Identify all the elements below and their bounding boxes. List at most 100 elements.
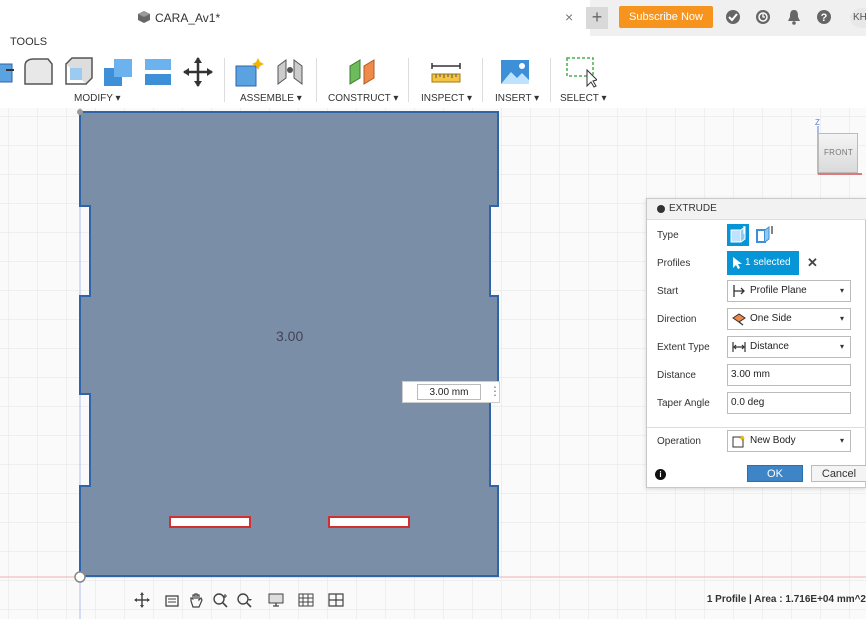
fit-icon[interactable] [236, 592, 254, 608]
help-icon[interactable]: ? [816, 9, 832, 25]
toolbar-separator [316, 58, 317, 102]
profiles-label: Profiles [657, 258, 691, 269]
origin-marker [74, 571, 86, 583]
user-avatar[interactable]: KH [850, 8, 866, 28]
dialog-title: EXTRUDE [669, 203, 717, 214]
select-menu[interactable]: SELECT ▾ [560, 93, 607, 104]
clear-selection-button[interactable]: ✕ [807, 255, 818, 271]
extent-type-label: Extent Type [657, 342, 710, 353]
close-tab-button[interactable]: × [565, 9, 573, 25]
display-settings-icon[interactable] [268, 592, 286, 608]
window-select-icon[interactable] [565, 56, 597, 88]
start-dropdown[interactable]: Profile Plane ▾ [727, 280, 851, 302]
viewcube-face-label: FRONT [824, 148, 854, 157]
svg-text:?: ? [821, 12, 828, 24]
insert-menu[interactable]: INSERT ▾ [495, 93, 539, 104]
shell-icon[interactable] [62, 56, 94, 88]
slot-profile-left[interactable] [169, 516, 251, 528]
extent-type-dropdown[interactable]: Distance ▾ [727, 336, 851, 358]
navigation-bar [132, 590, 354, 610]
grid-settings-icon[interactable] [298, 592, 316, 608]
measure-icon[interactable] [430, 56, 462, 88]
direction-dropdown[interactable]: One Side ▾ [727, 308, 851, 330]
tab-bar: CARA_Av1* × + Subscribe Now ? KH [0, 0, 866, 37]
ok-button[interactable]: OK [747, 465, 803, 482]
profile-plane-icon [733, 285, 745, 297]
origin-point [77, 109, 83, 115]
document-title: CARA_Av1* [155, 11, 221, 25]
new-body-icon [732, 435, 745, 448]
viewports-icon[interactable] [328, 592, 346, 608]
toolbar: TOOLS MODIFY ▾ ASSEMBLE ▾ CONSTRUCT ▾ IN… [0, 36, 866, 109]
inspect-menu[interactable]: INSPECT ▾ [421, 93, 472, 104]
solid-extrude-icon[interactable] [727, 224, 749, 246]
toolbar-separator [482, 58, 483, 102]
extrude-dialog-header[interactable]: EXTRUDE [647, 199, 866, 220]
cancel-button[interactable]: Cancel [811, 465, 866, 482]
direction-value: One Side [750, 313, 792, 324]
look-at-icon[interactable] [164, 592, 182, 608]
cursor-icon [733, 257, 742, 269]
profiles-selection-button[interactable]: 1 selected [727, 251, 799, 275]
clock-icon[interactable] [755, 9, 771, 25]
chevron-down-icon: ▾ [839, 342, 844, 351]
chevron-down-icon: ▾ [839, 286, 844, 295]
start-value: Profile Plane [750, 285, 807, 296]
start-label: Start [657, 286, 679, 297]
assemble-menu[interactable]: ASSEMBLE ▾ [240, 93, 302, 104]
subscribe-button[interactable]: Subscribe Now [619, 6, 713, 28]
pan-hand-icon[interactable] [188, 592, 206, 608]
chevron-down-icon: ▾ [839, 314, 844, 323]
move-icon[interactable] [182, 56, 214, 88]
notification-bell-icon[interactable] [786, 9, 802, 25]
info-icon[interactable]: i [655, 469, 666, 480]
more-options-icon[interactable]: ⋮ [489, 384, 501, 398]
job-status-icon[interactable] [725, 9, 741, 25]
extent-type-value: Distance [750, 341, 789, 352]
viewcube[interactable]: FRONT [818, 133, 858, 173]
new-tab-button[interactable]: + [586, 7, 608, 29]
profiles-selected-text: 1 selected [745, 257, 791, 268]
new-component-icon[interactable] [234, 56, 266, 88]
distance-icon [732, 342, 746, 352]
split-body-icon[interactable] [142, 56, 174, 88]
operation-value: New Body [750, 435, 796, 446]
combine-icon[interactable] [102, 56, 134, 88]
one-side-icon [732, 313, 746, 326]
status-text: 1 Profile | Area : 1.716E+04 mm^2 [706, 594, 866, 605]
extrude-dialog: EXTRUDE Type Profiles 1 selected ✕ Start… [646, 198, 866, 488]
orbit-icon[interactable] [134, 592, 152, 608]
sketch-profile[interactable] [79, 111, 499, 577]
document-cube-icon [138, 11, 150, 23]
fillet-icon[interactable] [22, 56, 54, 88]
press-pull-icon[interactable] [0, 56, 18, 88]
chevron-down-icon: ▾ [839, 436, 844, 445]
operation-label: Operation [657, 436, 701, 447]
distance-input[interactable]: 3.00 mm [727, 364, 851, 386]
taper-angle-label: Taper Angle [657, 398, 710, 409]
viewcube-axis-label: Z [815, 118, 820, 127]
toolbar-separator [224, 58, 225, 102]
operation-dropdown[interactable]: New Body ▾ [727, 430, 851, 452]
direction-label: Direction [657, 314, 697, 325]
taper-angle-input[interactable]: 0.0 deg [727, 392, 851, 414]
distance-label: Distance [657, 370, 696, 381]
distance-manipulator-input[interactable]: 3.00 mm [417, 384, 481, 400]
construct-menu[interactable]: CONSTRUCT ▾ [328, 93, 398, 104]
zoom-icon[interactable] [212, 592, 230, 608]
collapse-icon[interactable] [657, 205, 665, 213]
tools-tab[interactable]: TOOLS [10, 36, 47, 48]
document-tab[interactable]: CARA_Av1* × [0, 0, 590, 36]
type-label: Type [657, 230, 679, 241]
thin-extrude-icon[interactable] [753, 224, 775, 246]
panel-divider [647, 427, 866, 428]
joint-icon[interactable] [274, 56, 306, 88]
distance-manipulator[interactable]: 3.00 mm ⋮ [402, 381, 501, 403]
dimension-label: 3.00 [276, 328, 304, 344]
toolbar-separator [550, 58, 551, 102]
offset-plane-icon[interactable] [346, 56, 378, 88]
modify-menu[interactable]: MODIFY ▾ [74, 93, 121, 104]
toolbar-separator [408, 58, 409, 102]
insert-image-icon[interactable] [499, 56, 531, 88]
slot-profile-right[interactable] [328, 516, 410, 528]
